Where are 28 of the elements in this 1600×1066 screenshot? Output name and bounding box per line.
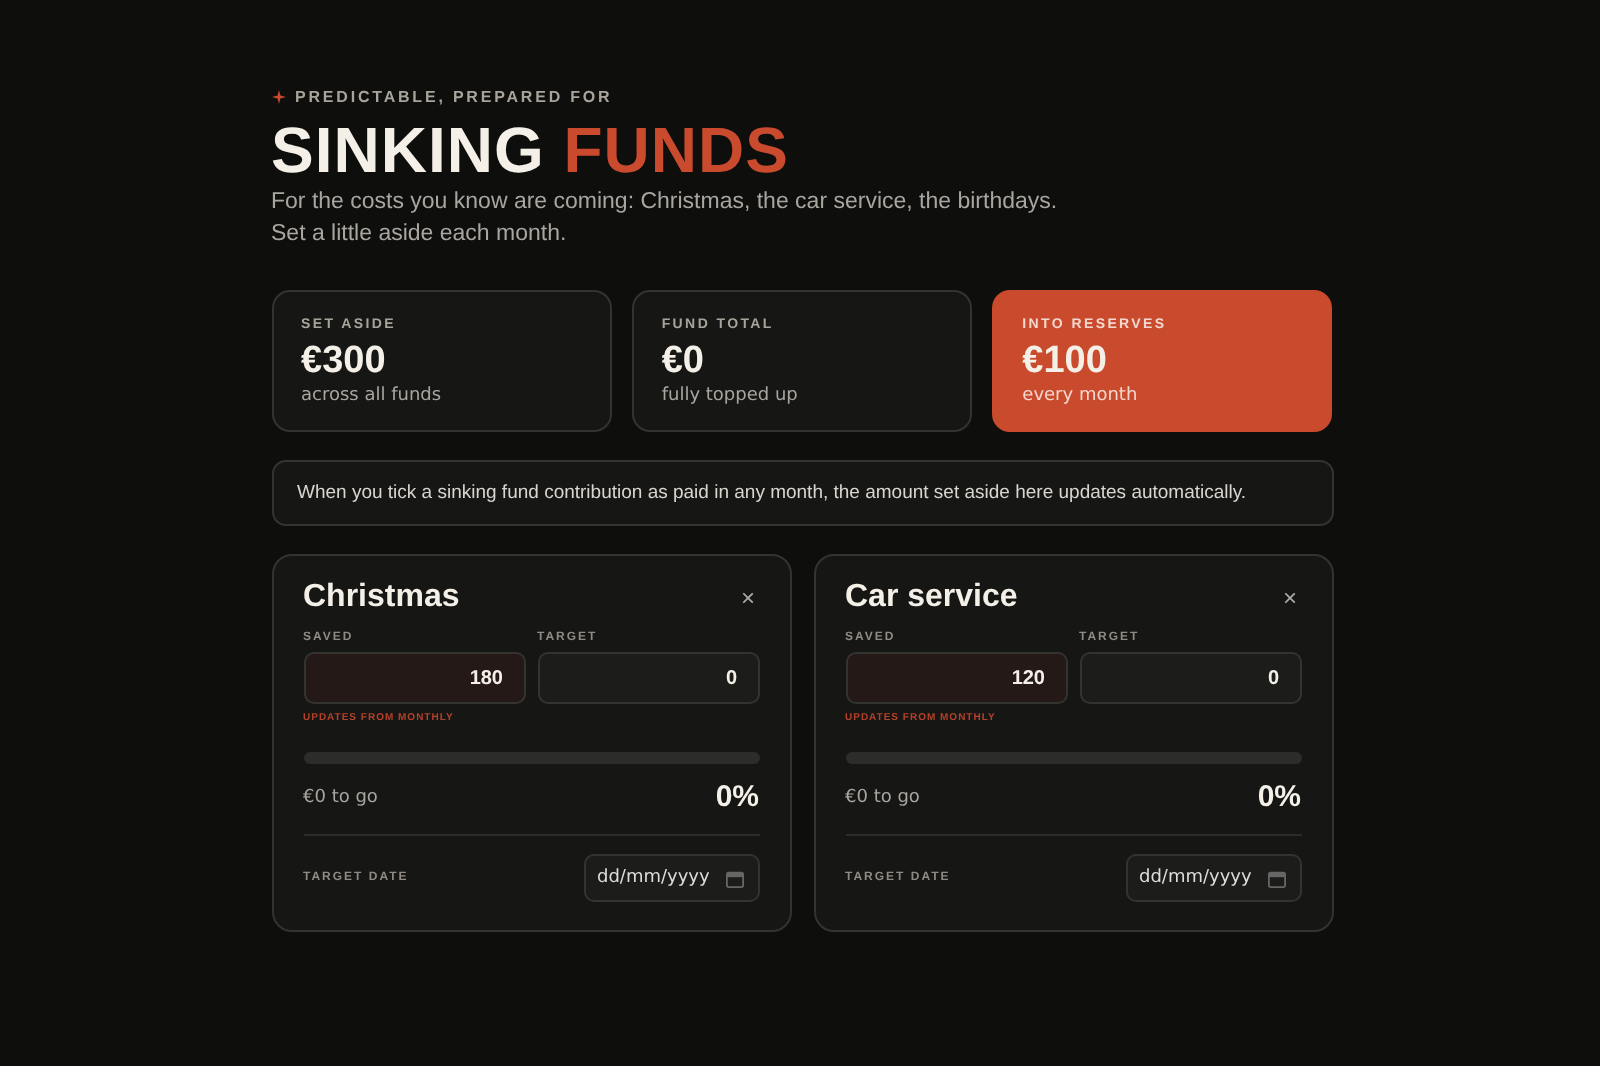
page-title: SINKING FUNDS [271, 114, 791, 186]
stat-caption: across all funds [301, 386, 444, 406]
stat-value: €0 [661, 338, 706, 386]
saved-field[interactable]: 120 [845, 652, 1067, 704]
saved-field[interactable]: 180 [303, 652, 525, 704]
stat-value: €300 [301, 338, 388, 386]
remaining-text: €0 to go [845, 787, 920, 807]
date-field[interactable]: dd/mm/yyyy [1125, 854, 1301, 902]
intro-text: For the costs you know are coming: Christmas, the car service, the birthdays. [271, 188, 1060, 218]
eyebrow-text: PREDICTABLE, PREPARED FOR [295, 88, 613, 106]
remaining-text: €0 to go [303, 787, 378, 807]
close-button[interactable]: × [1278, 584, 1301, 612]
intro-text: Set a little aside each month. [271, 220, 569, 250]
target-field[interactable]: 0 [1079, 652, 1301, 704]
percent-text: 0% [1257, 780, 1301, 814]
sparkle-icon [271, 90, 285, 104]
stat-caption: every month [1022, 386, 1140, 406]
calendar-icon [1267, 870, 1285, 888]
close-button[interactable]: × [736, 584, 759, 612]
calendar-icon [725, 870, 743, 888]
fund-name: Christmas [303, 580, 460, 616]
stat-caption: fully topped up [661, 386, 800, 406]
percent-text: 0% [715, 780, 759, 814]
date-field[interactable]: dd/mm/yyyy [583, 854, 759, 902]
info-notice: When you tick a sinking fund contribution as paid in any month, the amount set aside here updates automatically. [271, 460, 1333, 526]
stat-value: €100 [1022, 338, 1109, 386]
target-field[interactable]: 0 [537, 652, 759, 704]
fund-name: Car service [845, 580, 1018, 616]
